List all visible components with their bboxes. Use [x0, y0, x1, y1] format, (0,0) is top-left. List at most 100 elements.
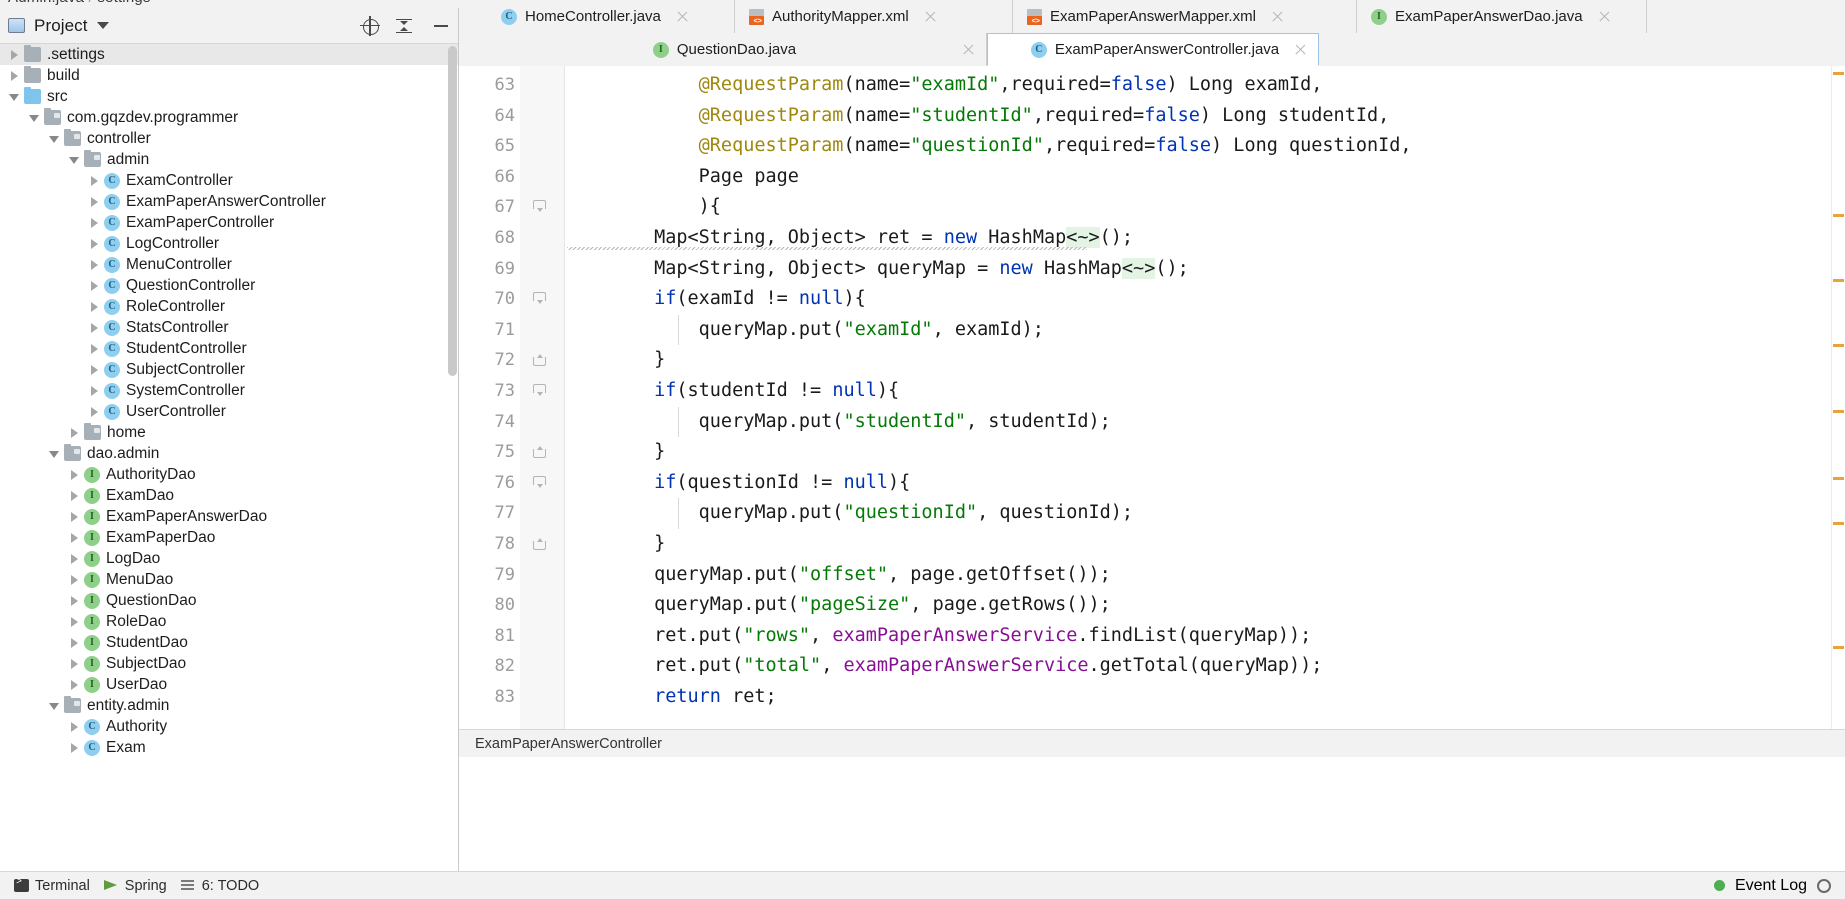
editor-tab-authoritymapper-xml[interactable]: AuthorityMapper.xml	[735, 0, 1013, 33]
status-item-spring[interactable]: Spring	[103, 878, 167, 894]
chevron-down-icon[interactable]	[48, 699, 61, 712]
hide-panel-icon[interactable]	[432, 17, 450, 35]
error-stripe-marker[interactable]	[1833, 477, 1844, 480]
code-line[interactable]: queryMap.put("offset", page.getOffset())…	[565, 560, 1111, 591]
code-line[interactable]: queryMap.put("studentId", studentId);	[565, 407, 1111, 438]
breadcrumb[interactable]: ExamPaperAnswerController	[475, 736, 662, 752]
error-stripe-marker[interactable]	[1833, 344, 1844, 347]
tree-item-subjectdao[interactable]: I SubjectDao	[0, 653, 458, 674]
fold-marker-up[interactable]	[531, 345, 549, 376]
chevron-right-icon[interactable]	[68, 552, 81, 565]
close-icon[interactable]	[1270, 9, 1285, 24]
chevron-right-icon[interactable]	[88, 216, 101, 229]
chevron-right-icon[interactable]	[88, 237, 101, 250]
code-editor[interactable]: 63 64 65 66 67 68 69 70 71 72 73 74 75 76 77 78 79 80 81 82…	[459, 66, 1845, 729]
code-line[interactable]: @RequestParam(name="examId",required=fal…	[565, 70, 1323, 101]
code-line[interactable]: Map<String, Object> ret = new HashMap<~>…	[565, 223, 1133, 254]
code-line[interactable]: Page page	[565, 162, 799, 193]
tree-item-exampapercontroller[interactable]: C ExamPaperController	[0, 212, 458, 233]
chevron-right-icon[interactable]	[68, 657, 81, 670]
chevron-right-icon[interactable]	[68, 426, 81, 439]
code-content[interactable]: @RequestParam(name="examId",required=fal…	[565, 66, 1845, 729]
tree-item-controller[interactable]: controller	[0, 128, 458, 149]
project-tree-scrollbar[interactable]	[448, 46, 457, 376]
tree-item-exam[interactable]: C Exam	[0, 737, 458, 758]
code-line[interactable]: queryMap.put("examId", examId);	[565, 315, 1044, 346]
tree-item-menudao[interactable]: I MenuDao	[0, 569, 458, 590]
code-line[interactable]: queryMap.put("questionId", questionId);	[565, 498, 1133, 529]
error-stripe-marker[interactable]	[1833, 279, 1844, 282]
fold-marker-down[interactable]	[531, 284, 549, 315]
tree-item-build[interactable]: build	[0, 65, 458, 86]
fold-marker-up[interactable]	[531, 437, 549, 468]
tree-item-studentcontroller[interactable]: C StudentController	[0, 338, 458, 359]
close-icon[interactable]	[1293, 42, 1308, 57]
code-line[interactable]: }	[565, 437, 665, 468]
tree-item-menucontroller[interactable]: C MenuController	[0, 254, 458, 275]
chevron-right-icon[interactable]	[88, 342, 101, 355]
tree-item-statscontroller[interactable]: C StatsController	[0, 317, 458, 338]
gear-icon[interactable]	[1817, 878, 1831, 893]
tree-item-userdao[interactable]: I UserDao	[0, 674, 458, 695]
tree-item-roledao[interactable]: I RoleDao	[0, 611, 458, 632]
chevron-down-icon[interactable]	[96, 22, 109, 29]
chevron-right-icon[interactable]	[68, 678, 81, 691]
collapse-all-icon[interactable]	[394, 16, 414, 36]
tree-item-questiondao[interactable]: I QuestionDao	[0, 590, 458, 611]
chevron-right-icon[interactable]	[68, 636, 81, 649]
chevron-right-icon[interactable]	[68, 489, 81, 502]
code-line[interactable]: ret.put("rows", examPaperAnswerService.f…	[565, 621, 1311, 652]
tree-item-dao-admin[interactable]: dao.admin	[0, 443, 458, 464]
chevron-right-icon[interactable]	[68, 510, 81, 523]
status-item-todo[interactable]: 6: TODO	[180, 878, 259, 894]
chevron-right-icon[interactable]	[88, 174, 101, 187]
tree-item-examdao[interactable]: I ExamDao	[0, 485, 458, 506]
project-tree[interactable]: .settings build src com.gqzdev.programmer co…	[0, 44, 458, 871]
code-line[interactable]: @RequestParam(name="studentId",required=…	[565, 101, 1390, 132]
tree-item--settings[interactable]: .settings	[0, 44, 458, 65]
tree-item-entity-admin[interactable]: entity.admin	[0, 695, 458, 716]
chevron-right-icon[interactable]	[88, 300, 101, 313]
chevron-right-icon[interactable]	[8, 69, 21, 82]
close-icon[interactable]	[675, 9, 690, 24]
tree-item-subjectcontroller[interactable]: C SubjectController	[0, 359, 458, 380]
tree-item-examcontroller[interactable]: C ExamController	[0, 170, 458, 191]
chevron-down-icon[interactable]	[48, 132, 61, 145]
tree-item-exampaperdao[interactable]: I ExamPaperDao	[0, 527, 458, 548]
chevron-right-icon[interactable]	[68, 468, 81, 481]
tree-item-systemcontroller[interactable]: C SystemController	[0, 380, 458, 401]
chevron-right-icon[interactable]	[88, 258, 101, 271]
chevron-right-icon[interactable]	[88, 363, 101, 376]
chevron-right-icon[interactable]	[88, 279, 101, 292]
tree-item-src[interactable]: src	[0, 86, 458, 107]
code-line[interactable]: ){	[565, 192, 721, 223]
tree-item-exampaperanswercontroller[interactable]: C ExamPaperAnswerController	[0, 191, 458, 212]
chevron-down-icon[interactable]	[28, 111, 41, 124]
tree-item-logdao[interactable]: I LogDao	[0, 548, 458, 569]
error-stripe-column[interactable]	[1831, 66, 1845, 729]
chevron-right-icon[interactable]	[88, 195, 101, 208]
editor-tab-exampaperanswerdao-java[interactable]: I ExamPaperAnswerDao.java	[1357, 0, 1647, 33]
error-stripe-marker[interactable]	[1833, 214, 1844, 217]
editor-tab-exampaperanswermapper-xml[interactable]: ExamPaperAnswerMapper.xml	[1013, 0, 1357, 33]
tree-item-admin[interactable]: admin	[0, 149, 458, 170]
status-item-eventlog-label[interactable]: Event Log	[1735, 877, 1807, 895]
chevron-right-icon[interactable]	[68, 594, 81, 607]
error-stripe-marker[interactable]	[1833, 522, 1844, 525]
tree-item-authority[interactable]: C Authority	[0, 716, 458, 737]
tree-item-home[interactable]: home	[0, 422, 458, 443]
code-line[interactable]: Map<String, Object> queryMap = new HashM…	[565, 254, 1189, 285]
chevron-right-icon[interactable]	[68, 615, 81, 628]
tree-item-authoritydao[interactable]: I AuthorityDao	[0, 464, 458, 485]
tree-item-com-gqzdev-programmer[interactable]: com.gqzdev.programmer	[0, 107, 458, 128]
editor-gutter[interactable]: 63 64 65 66 67 68 69 70 71 72 73 74 75 76 77 78 79 80 81 82…	[459, 66, 565, 729]
code-line[interactable]: }	[565, 345, 665, 376]
select-opened-file-icon[interactable]	[360, 15, 380, 36]
code-line[interactable]: return ret;	[565, 682, 777, 713]
tree-item-exampaperanswerdao[interactable]: I ExamPaperAnswerDao	[0, 506, 458, 527]
error-stripe-marker[interactable]	[1833, 410, 1844, 413]
error-stripe-marker[interactable]	[1833, 72, 1844, 75]
chevron-right-icon[interactable]	[88, 321, 101, 334]
code-line[interactable]: }	[565, 529, 665, 560]
status-item-terminal[interactable]: Terminal	[14, 877, 90, 894]
